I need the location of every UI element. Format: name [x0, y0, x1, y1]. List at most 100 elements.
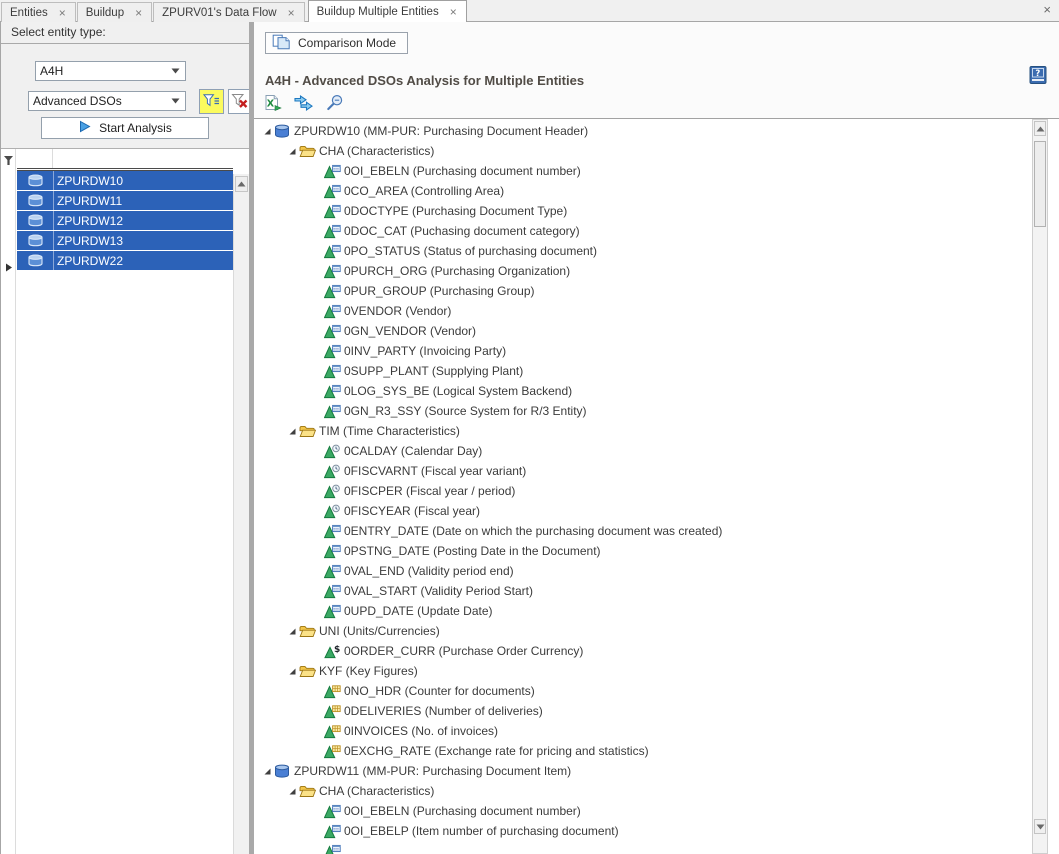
tree-row[interactable]: 0OI_EBELP (Item number of purchasing doc… [254, 821, 1042, 841]
excel-export-button[interactable]: X [262, 94, 283, 114]
tree-row[interactable]: 0UPD_DATE (Update Date) [254, 601, 1042, 621]
characteristic-icon [324, 384, 342, 399]
scroll-down-icon[interactable] [1034, 819, 1046, 834]
tree-row[interactable]: TIM (Time Characteristics) [254, 421, 1042, 441]
tab-bar: Entities×Buildup×ZPURV01's Data Flow×Bui… [0, 0, 1059, 22]
tab-entities[interactable]: Entities× [1, 2, 76, 22]
tree-row-label: 0FISCYEAR (Fiscal year) [342, 504, 480, 518]
tree-row[interactable]: 0GN_VENDOR (Vendor) [254, 321, 1042, 341]
transfer-button[interactable] [293, 94, 314, 114]
entity-row[interactable]: ZPURDW10 [17, 171, 233, 190]
tree-scrollbar[interactable] [1032, 119, 1048, 854]
row-margin-column [1, 149, 16, 854]
expander-icon[interactable] [260, 126, 274, 136]
entity-row[interactable]: ZPURDW13 [17, 231, 233, 250]
tree-row[interactable]: 0OI_EBELN (Purchasing document number) [254, 161, 1042, 181]
tree-row[interactable]: 0INV_PARTY (Invoicing Party) [254, 341, 1042, 361]
entity-grid-header[interactable] [17, 149, 233, 171]
tree-row[interactable] [254, 841, 1042, 854]
help-book-icon[interactable]: ? [1028, 65, 1048, 85]
scroll-up-icon[interactable] [235, 176, 248, 192]
tree-row[interactable]: 0VAL_END (Validity period end) [254, 561, 1042, 581]
entity-grid-header-icon-col[interactable] [17, 149, 53, 168]
tree-row[interactable]: 0PO_STATUS (Status of purchasing documen… [254, 241, 1042, 261]
tree-row-label: ZPURDW10 (MM-PUR: Purchasing Document He… [292, 124, 588, 138]
tree-row[interactable]: 0FISCYEAR (Fiscal year) [254, 501, 1042, 521]
tree-row[interactable]: 0GN_R3_SSY (Source System for R/3 Entity… [254, 401, 1042, 421]
tab-close-icon[interactable]: × [449, 6, 458, 18]
tree-row[interactable]: 0INVOICES (No. of invoices) [254, 721, 1042, 741]
tree-row[interactable]: 0LOG_SYS_BE (Logical System Backend) [254, 381, 1042, 401]
entity-list-scrollbar[interactable] [233, 174, 249, 854]
dso-icon [274, 124, 292, 138]
tree-row[interactable]: 0VAL_START (Validity Period Start) [254, 581, 1042, 601]
dso-small-icon [17, 234, 53, 247]
tree-row[interactable]: 0FISCVARNT (Fiscal year variant) [254, 461, 1042, 481]
entity-row[interactable]: ZPURDW12 [17, 211, 233, 230]
tree-row[interactable]: 0OI_EBELN (Purchasing document number) [254, 801, 1042, 821]
tree-row[interactable]: 0CO_AREA (Controlling Area) [254, 181, 1042, 201]
tree-row[interactable]: UNI (Units/Currencies) [254, 621, 1042, 641]
tab-label: Buildup [86, 7, 124, 19]
tree-row[interactable]: $0ORDER_CURR (Purchase Order Currency) [254, 641, 1042, 661]
keyfigure-icon [324, 684, 342, 699]
characteristic-icon [324, 184, 342, 199]
expander-icon[interactable] [260, 766, 274, 776]
tree-row-label: 0OI_EBELN (Purchasing document number) [342, 164, 581, 178]
tree-row-label: 0CALDAY (Calendar Day) [342, 444, 482, 458]
tree-row[interactable]: ZPURDW11 (MM-PUR: Purchasing Document It… [254, 761, 1042, 781]
expander-icon[interactable] [285, 786, 299, 796]
entity-name: ZPURDW10 [53, 171, 233, 190]
play-icon [78, 120, 91, 136]
expander-icon[interactable] [285, 666, 299, 676]
svg-text:?: ? [1035, 69, 1040, 79]
tree-row[interactable]: KYF (Key Figures) [254, 661, 1042, 681]
system-select-value: A4H [40, 64, 171, 78]
tab-buildup[interactable]: Buildup × [77, 2, 152, 22]
tree-row[interactable]: 0DELIVERIES (Number of deliveries) [254, 701, 1042, 721]
tree-row[interactable]: 0NO_HDR (Counter for documents) [254, 681, 1042, 701]
funnel-small-icon[interactable] [3, 153, 14, 171]
analysis-tree-container: ZPURDW10 (MM-PUR: Purchasing Document He… [254, 119, 1059, 854]
tree-row[interactable]: 0PURCH_ORG (Purchasing Organization) [254, 261, 1042, 281]
scrollbar-thumb[interactable] [1034, 141, 1046, 227]
start-analysis-label: Start Analysis [99, 121, 172, 135]
expander-icon[interactable] [285, 146, 299, 156]
entity-grid-header-name-col[interactable] [53, 149, 233, 168]
entity-row[interactable]: ZPURDW11 [17, 191, 233, 210]
tree-row[interactable]: 0DOC_CAT (Puchasing document category) [254, 221, 1042, 241]
tree-row[interactable]: 0PUR_GROUP (Purchasing Group) [254, 281, 1042, 301]
characteristic-icon [324, 404, 342, 419]
tab-zpurv01-s-data-flow[interactable]: ZPURV01's Data Flow× [153, 2, 304, 22]
tree-row[interactable]: CHA (Characteristics) [254, 781, 1042, 801]
tree-row[interactable]: 0DOCTYPE (Purchasing Document Type) [254, 201, 1042, 221]
tree-row[interactable]: ZPURDW10 (MM-PUR: Purchasing Document He… [254, 121, 1042, 141]
tree-row[interactable]: 0ENTRY_DATE (Date on which the purchasin… [254, 521, 1042, 541]
expander-icon[interactable] [285, 626, 299, 636]
expander-icon[interactable] [285, 426, 299, 436]
tree-row[interactable]: 0VENDOR (Vendor) [254, 301, 1042, 321]
search-button[interactable] [324, 94, 345, 114]
entity-row[interactable]: ZPURDW22 [17, 251, 233, 270]
tree-row[interactable]: 0FISCPER (Fiscal year / period) [254, 481, 1042, 501]
characteristic-icon [324, 844, 342, 854]
clear-filter-button[interactable] [228, 89, 250, 114]
tab-buildup-multiple-entities[interactable]: Buildup Multiple Entities× [308, 0, 467, 22]
tab-close-icon[interactable]: × [287, 7, 296, 19]
tree-row[interactable]: 0PSTNG_DATE (Posting Date in the Documen… [254, 541, 1042, 561]
tree-row[interactable]: CHA (Characteristics) [254, 141, 1042, 161]
tree-row[interactable]: 0CALDAY (Calendar Day) [254, 441, 1042, 461]
filter-button[interactable] [199, 89, 224, 114]
tab-close-icon[interactable]: × [134, 7, 143, 19]
tree-row-label: ZPURDW11 (MM-PUR: Purchasing Document It… [292, 764, 571, 778]
start-analysis-button[interactable]: Start Analysis [41, 117, 209, 139]
tab-close-icon[interactable]: × [58, 7, 67, 19]
tree-row-label: 0CO_AREA (Controlling Area) [342, 184, 504, 198]
tree-row[interactable]: 0SUPP_PLANT (Supplying Plant) [254, 361, 1042, 381]
system-select[interactable]: A4H [35, 61, 186, 81]
tree-row[interactable]: 0EXCHG_RATE (Exchange rate for pricing a… [254, 741, 1042, 761]
entity-type-select[interactable]: Advanced DSOs [28, 91, 186, 111]
scroll-up-icon[interactable] [1034, 121, 1046, 136]
comparison-mode-button[interactable]: Comparison Mode [265, 32, 408, 54]
pane-close-icon[interactable]: × [1043, 3, 1051, 16]
